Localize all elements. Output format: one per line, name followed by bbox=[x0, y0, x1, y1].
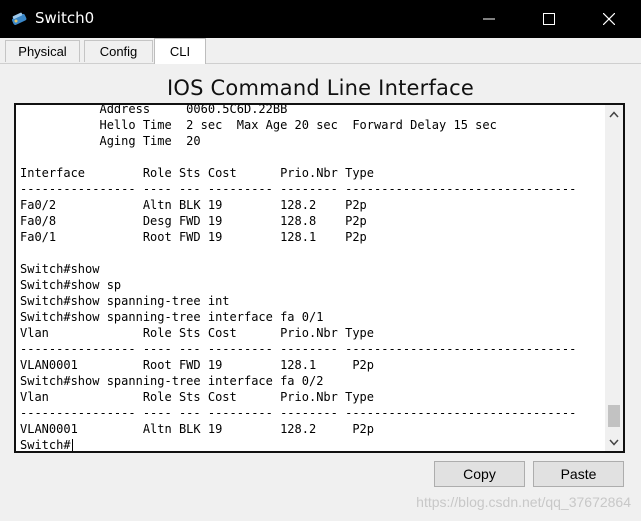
terminal-line: Fa0/8 Desg FWD 19 128.8 P2p bbox=[20, 214, 367, 228]
terminal-line: Fa0/1 Root FWD 19 128.1 P2p bbox=[20, 230, 367, 244]
terminal-line: ---------------- ---- --- --------- ----… bbox=[20, 182, 577, 196]
copy-button[interactable]: Copy bbox=[434, 461, 525, 487]
tab-physical[interactable]: Physical bbox=[5, 40, 80, 62]
switch-device-icon bbox=[10, 10, 28, 28]
terminal-prompt: Switch# bbox=[20, 438, 71, 452]
terminal-line: ---------------- ---- --- --------- ----… bbox=[20, 342, 577, 356]
cli-terminal[interactable]: Address 0060.5C6D.22BB Hello Time 2 sec … bbox=[14, 103, 625, 453]
terminal-line: VLAN0001 Altn BLK 19 128.2 P2p bbox=[20, 422, 375, 436]
terminal-line: Aging Time 20 bbox=[20, 134, 201, 148]
scroll-up-button[interactable] bbox=[605, 105, 623, 123]
scroll-down-button[interactable] bbox=[605, 433, 623, 451]
watermark-text: https://blog.csdn.net/qq_37672864 bbox=[416, 494, 631, 510]
close-icon bbox=[603, 13, 615, 25]
tab-bar: Physical Config CLI bbox=[0, 38, 641, 64]
terminal-line: Switch#show spanning-tree int bbox=[20, 294, 230, 308]
tab-cli[interactable]: CLI bbox=[154, 38, 206, 64]
chevron-down-icon bbox=[609, 439, 619, 446]
page-title: IOS Command Line Interface bbox=[167, 76, 474, 100]
terminal-output[interactable]: Address 0060.5C6D.22BB Hello Time 2 sec … bbox=[20, 103, 606, 452]
title-bar[interactable]: Switch0 bbox=[0, 0, 641, 38]
terminal-line: Interface Role Sts Cost Prio.Nbr Type bbox=[20, 166, 375, 180]
minimize-icon bbox=[483, 18, 495, 20]
terminal-line: VLAN0001 Root FWD 19 128.1 P2p bbox=[20, 358, 375, 372]
paste-button[interactable]: Paste bbox=[533, 461, 624, 487]
terminal-line: Switch#show spanning-tree interface fa 0… bbox=[20, 310, 324, 324]
terminal-line: Vlan Role Sts Cost Prio.Nbr Type bbox=[20, 390, 375, 404]
terminal-line: Vlan Role Sts Cost Prio.Nbr Type bbox=[20, 326, 375, 340]
chevron-up-icon bbox=[609, 110, 619, 117]
maximize-icon bbox=[543, 13, 555, 25]
window-title: Switch0 bbox=[35, 9, 95, 27]
terminal-line: Switch#show bbox=[20, 262, 100, 276]
terminal-line: Address 0060.5C6D.22BB bbox=[20, 103, 288, 116]
maximize-button[interactable] bbox=[526, 0, 572, 38]
tab-config[interactable]: Config bbox=[84, 40, 153, 62]
terminal-line: ---------------- ---- --- --------- ----… bbox=[20, 406, 577, 420]
terminal-line: Fa0/2 Altn BLK 19 128.2 P2p bbox=[20, 198, 367, 212]
terminal-line: Switch#show spanning-tree interface fa 0… bbox=[20, 374, 324, 388]
terminal-line: Hello Time 2 sec Max Age 20 sec Forward … bbox=[20, 118, 497, 132]
vertical-scrollbar[interactable] bbox=[605, 105, 623, 451]
close-button[interactable] bbox=[586, 0, 632, 38]
terminal-prompt-line[interactable]: Switch# bbox=[20, 437, 606, 452]
scroll-thumb[interactable] bbox=[608, 405, 620, 427]
terminal-line: Switch#show sp bbox=[20, 278, 122, 292]
minimize-button[interactable] bbox=[466, 0, 512, 38]
text-cursor bbox=[71, 439, 73, 451]
